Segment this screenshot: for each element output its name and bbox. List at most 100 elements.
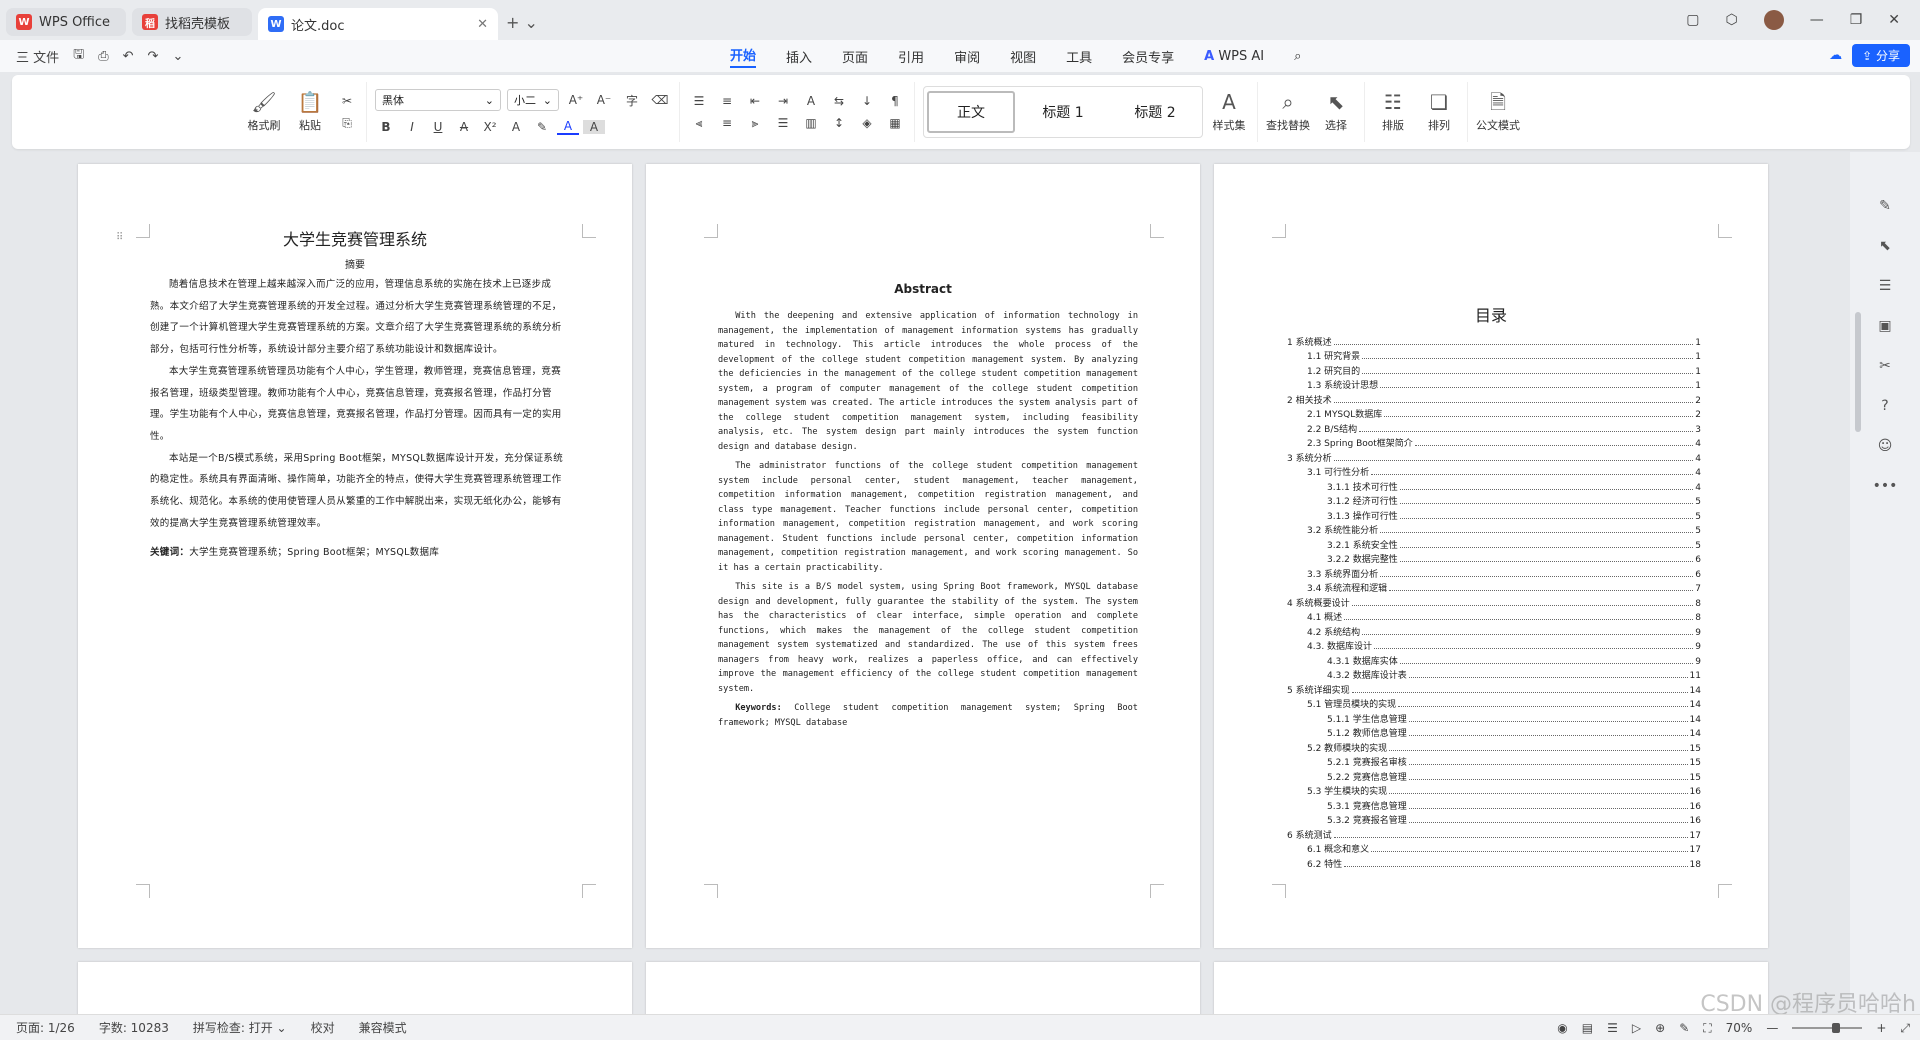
align-right-icon[interactable]: ⫸ xyxy=(744,116,766,131)
toc-entry[interactable]: 4.2 系统结构 9 xyxy=(1287,623,1701,638)
edit-box-icon[interactable]: ▣ xyxy=(1850,318,1920,334)
bullet-list-icon[interactable]: ☰ xyxy=(688,94,710,108)
help-icon[interactable]: ? xyxy=(1850,398,1920,414)
toc-entry[interactable]: 3.1.3 操作可行性 5 xyxy=(1287,507,1701,522)
toc-entry[interactable]: 5.1.2 教师信息管理 14 xyxy=(1287,725,1701,739)
share-button[interactable]: ⇪ 分享 xyxy=(1852,44,1910,67)
zoom-level[interactable]: 70% xyxy=(1726,1021,1753,1035)
layout-button[interactable]: ☷ 排版 xyxy=(1373,91,1413,133)
layout-icon[interactable]: ▢ xyxy=(1686,12,1699,28)
style-option[interactable]: 标题 2 xyxy=(1111,91,1199,133)
zoom-in-icon[interactable]: + xyxy=(1876,1021,1886,1035)
clear-format-icon[interactable]: ⌫ xyxy=(649,93,671,107)
menu-tab[interactable]: 插入 xyxy=(786,47,812,66)
toc-entry[interactable]: 5.1 管理员模块的实现 14 xyxy=(1287,696,1701,710)
toc-entry[interactable]: 1.1 研究背景 1 xyxy=(1287,348,1701,362)
toc-entry[interactable]: 2 相关技术 2 xyxy=(1287,391,1701,406)
toc-entry[interactable]: 6 系统测试 17 xyxy=(1287,826,1701,841)
zoom-slider[interactable] xyxy=(1792,1023,1863,1033)
toc-entry[interactable]: 3.2 系统性能分析 5 xyxy=(1287,522,1701,536)
toc-entry[interactable]: 3.2.1 系统安全性 5 xyxy=(1287,536,1701,551)
minimize-button[interactable]: — xyxy=(1810,12,1824,28)
align-left-icon[interactable]: ⫷ xyxy=(688,116,710,131)
toc-entry[interactable]: 2.1 MYSQL数据库 2 xyxy=(1287,406,1701,420)
zoom-out-icon[interactable]: — xyxy=(1766,1021,1778,1035)
show-marks-icon[interactable]: ¶ xyxy=(884,94,906,108)
page-count[interactable]: 页面: 1/26 xyxy=(16,1019,75,1036)
line-spacing-icon[interactable]: ↕ xyxy=(828,116,850,131)
page-view-icon[interactable]: ▤ xyxy=(1582,1021,1593,1035)
shading-icon[interactable]: ◈ xyxy=(856,116,878,131)
toc-entry[interactable]: 4.1 概述 8 xyxy=(1287,609,1701,623)
increase-indent-icon[interactable]: ⇥ xyxy=(772,94,794,108)
more-icon[interactable]: ••• xyxy=(1850,478,1920,494)
text-direction-icon[interactable]: A xyxy=(800,94,822,108)
toc-entry[interactable]: 2.3 Spring Boot框架简介 4 xyxy=(1287,435,1701,449)
select-button[interactable]: ⬉ 选择 xyxy=(1316,91,1356,133)
toc-entry[interactable]: 3.1.2 经济可行性 5 xyxy=(1287,493,1701,507)
shrink-font-icon[interactable]: A⁻ xyxy=(593,93,615,107)
menu-tab[interactable]: 开始 xyxy=(730,45,757,68)
numbered-list-icon[interactable]: ≡ xyxy=(716,94,738,108)
find-replace-button[interactable]: ⌕ 查找替换 xyxy=(1266,91,1310,133)
toc-entry[interactable]: 6.2 特性 18 xyxy=(1287,855,1701,870)
page-2[interactable]: Abstract With the deepening and extensiv… xyxy=(646,164,1200,948)
play-icon[interactable]: ▷ xyxy=(1632,1021,1641,1035)
search-icon[interactable]: ⌕ xyxy=(1294,49,1301,64)
toc-entry[interactable]: 3.1.1 技术可行性 4 xyxy=(1287,478,1701,493)
web-icon[interactable]: ⊕ xyxy=(1655,1021,1665,1035)
page-1[interactable]: ⠿ 大学生竞赛管理系统 摘要 随着信息技术在管理上越来越深入而广泛的应用，管理信… xyxy=(78,164,632,948)
underline-icon[interactable]: U xyxy=(427,120,449,134)
highlight-icon[interactable]: ✎ xyxy=(531,120,553,134)
grow-font-icon[interactable]: A⁺ xyxy=(565,93,587,107)
distributed-icon[interactable]: ▥ xyxy=(800,116,822,131)
page-6[interactable] xyxy=(1214,962,1768,1014)
italic-icon[interactable]: I xyxy=(401,120,423,134)
style-option[interactable]: 标题 1 xyxy=(1019,91,1107,133)
toc-entry[interactable]: 4.3. 数据库设计 9 xyxy=(1287,638,1701,652)
toc-entry[interactable]: 5.2.2 竞赛信息管理 15 xyxy=(1287,768,1701,783)
toc-entry[interactable]: 1 系统概述 1 xyxy=(1287,333,1701,348)
style-option[interactable]: 正文 xyxy=(927,91,1015,133)
menu-tab[interactable]: 页面 xyxy=(842,47,868,66)
menu-tab[interactable]: 会员专享 xyxy=(1122,47,1174,66)
toc-entry[interactable]: 1.3 系统设计思想 1 xyxy=(1287,377,1701,391)
expand-icon[interactable]: ⤢ xyxy=(1900,1021,1910,1036)
close-window-button[interactable]: ✕ xyxy=(1888,12,1900,28)
copy-icon[interactable]: ⎘ xyxy=(336,116,358,131)
save-icon[interactable]: 🖫 xyxy=(73,45,84,67)
font-size-select[interactable]: 小二 ⌄ xyxy=(507,89,559,111)
avatar[interactable] xyxy=(1763,10,1784,30)
undo-icon[interactable]: ↶ xyxy=(123,49,134,64)
toc-entry[interactable]: 5.3.1 竞赛信息管理 16 xyxy=(1287,797,1701,812)
toc-entry[interactable]: 5.2 教师模块的实现 15 xyxy=(1287,739,1701,754)
cut-icon[interactable]: ✂ xyxy=(336,94,358,108)
toc-entry[interactable]: 3.3 系统界面分析 6 xyxy=(1287,565,1701,580)
phonetic-icon[interactable]: 字 xyxy=(621,92,643,109)
cloud-icon[interactable]: ☁ xyxy=(1829,48,1842,63)
window-tab[interactable]: 稻找稻壳模板 xyxy=(132,8,252,36)
toc-entry[interactable]: 5 系统详细实现 14 xyxy=(1287,681,1701,696)
more-chevron-icon[interactable]: ⌄ xyxy=(172,49,183,64)
spell-check[interactable]: 拼写检查: 打开 ⌄ xyxy=(193,1019,287,1036)
format-painter-button[interactable]: 🖌 格式刷 xyxy=(244,91,284,133)
toc-entry[interactable]: 4 系统概要设计 8 xyxy=(1287,594,1701,609)
eye-icon[interactable]: ◉ xyxy=(1557,1021,1567,1035)
font-color-icon[interactable]: A xyxy=(557,119,579,135)
restore-button[interactable]: ❐ xyxy=(1850,12,1863,28)
toc-entry[interactable]: 4.3.2 数据库设计表 11 xyxy=(1287,667,1701,681)
toc-entry[interactable]: 3 系统分析 4 xyxy=(1287,449,1701,464)
justify-icon[interactable]: ☰ xyxy=(772,116,794,131)
tools-icon[interactable]: ✂ xyxy=(1850,358,1920,374)
menu-tab[interactable]: 引用 xyxy=(898,47,924,66)
window-tab[interactable]: W WPS Office xyxy=(6,8,126,36)
menu-tab[interactable]: 视图 xyxy=(1010,47,1036,66)
outline-icon[interactable]: ☰ xyxy=(1607,1021,1618,1035)
pen-icon[interactable]: ✎ xyxy=(1850,198,1920,214)
window-tab[interactable]: W 论文.doc ✕ xyxy=(258,8,498,40)
word-count[interactable]: 字数: 10283 xyxy=(99,1019,169,1036)
border-icon[interactable]: ▦ xyxy=(884,116,906,131)
toc-entry[interactable]: 5.3 学生模块的实现 16 xyxy=(1287,783,1701,797)
proofread[interactable]: 校对 xyxy=(311,1019,335,1036)
toc-entry[interactable]: 5.3.2 竞赛报名管理 16 xyxy=(1287,812,1701,826)
